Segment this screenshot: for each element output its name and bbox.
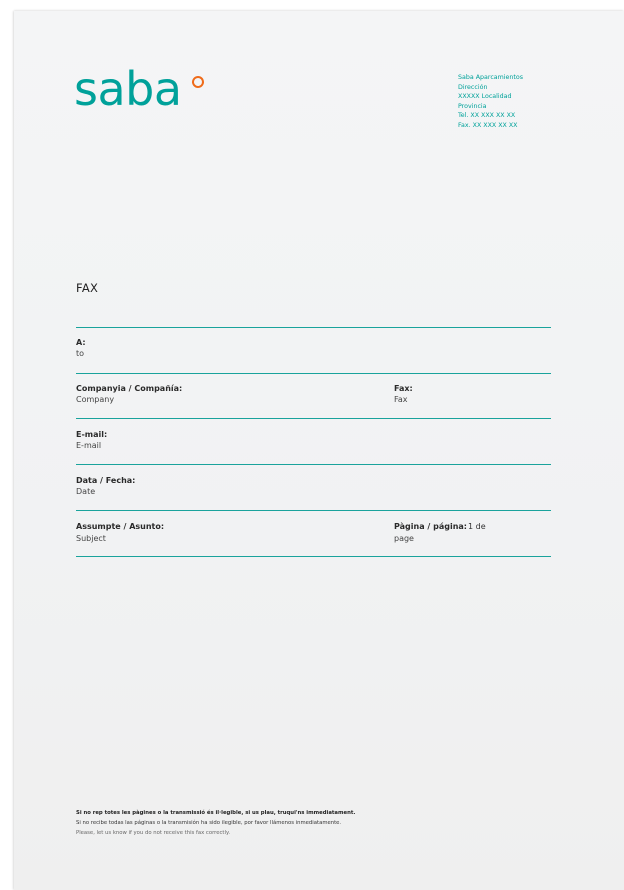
company-label: Companyia / Compañía: xyxy=(76,384,183,393)
document-title: FAX xyxy=(76,281,99,295)
date-label: Data / Fecha: xyxy=(76,476,136,485)
email-sublabel: E-mail xyxy=(76,441,102,450)
email-label: E-mail: xyxy=(76,430,108,439)
divider-line xyxy=(76,556,551,557)
date-sublabel: Date xyxy=(76,487,96,496)
divider-line xyxy=(76,327,551,328)
address-line-street: Dirección xyxy=(458,83,488,91)
address-line-phone: Tel. XX XXX XX XX xyxy=(458,112,516,120)
fax-sublabel: Fax xyxy=(394,395,408,404)
company-sublabel: Company xyxy=(76,395,115,404)
divider-line xyxy=(76,418,551,419)
divider-line xyxy=(76,373,551,374)
page-count-value: 1 de xyxy=(468,522,486,531)
notice-english: Please, let us know if you do not receiv… xyxy=(76,830,231,836)
page-sublabel: page xyxy=(394,534,414,543)
transmission-notice: Si no rep totes les pàgines o la transmi… xyxy=(76,808,355,838)
logo-wordmark: saba xyxy=(74,62,182,116)
address-line-locality: XXXXX Localidad xyxy=(458,93,512,101)
divider-line xyxy=(76,464,551,465)
to-sublabel: to xyxy=(76,349,85,358)
notice-catalan: Si no rep totes les pàgines o la transmi… xyxy=(76,810,356,816)
divider-line xyxy=(76,510,551,511)
notice-spanish: Si no recibe todas las páginas o la tran… xyxy=(76,820,342,826)
sender-address-block: Saba Aparcamientos Dirección XXXXX Local… xyxy=(458,73,608,131)
address-line-fax: Fax. XX XXX XX XX xyxy=(458,121,518,129)
page-label: Pàgina / página: xyxy=(394,522,467,531)
fax-label: Fax: xyxy=(394,384,413,393)
subject-sublabel: Subject xyxy=(76,534,106,543)
address-line-province: Provincia xyxy=(458,102,487,110)
address-line-company: Saba Aparcamientos xyxy=(458,74,523,81)
fax-cover-sheet: saba Saba Aparcamientos Dirección XXXXX … xyxy=(14,11,624,890)
to-label: A: xyxy=(76,338,86,347)
logo-ring-icon xyxy=(190,74,206,90)
subject-label: Assumpte / Asunto: xyxy=(76,522,165,531)
